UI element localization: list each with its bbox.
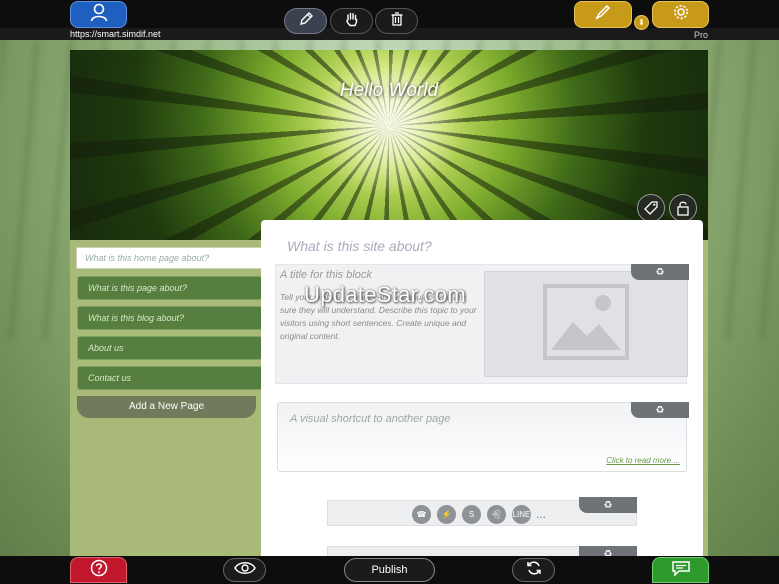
more-icon: ... [536, 507, 547, 521]
eye-icon [233, 561, 256, 580]
tag-icon[interactable] [637, 194, 665, 222]
lock-icon[interactable] [669, 194, 697, 222]
snapchat-icon: 👻︎ [487, 505, 506, 524]
recycle-icon[interactable]: ♻ [631, 264, 689, 280]
recycle-icon[interactable]: ♻ [631, 402, 689, 418]
preview-button[interactable] [223, 558, 266, 582]
delete-mode-button[interactable] [375, 8, 418, 34]
design-button[interactable] [574, 1, 632, 28]
skype-icon: S [462, 505, 481, 524]
refresh-icon [526, 560, 542, 581]
question-icon [90, 559, 108, 582]
shortcut-text[interactable]: A visual shortcut to another page [290, 413, 450, 425]
publish-button[interactable]: Publish [344, 558, 435, 582]
block-title[interactable]: A title for this block [280, 269, 372, 281]
move-mode-button[interactable] [330, 8, 373, 34]
whatsapp-icon: ☎ [412, 505, 431, 524]
settings-button[interactable] [652, 1, 709, 28]
read-more-link[interactable]: Click to read more ... [606, 456, 680, 465]
account-button[interactable] [70, 1, 127, 28]
recycle-icon[interactable]: ♻ [579, 497, 637, 513]
top-toolbar: https://smart.simdif.net ⬇ Pro [0, 0, 779, 40]
page-shortcut-block[interactable]: A visual shortcut to another page Click … [277, 402, 687, 472]
image-icon [543, 283, 629, 365]
sync-button[interactable] [512, 558, 555, 582]
site-url: https://smart.simdif.net [70, 29, 161, 39]
gear-icon [672, 3, 690, 26]
download-icon[interactable]: ⬇ [634, 15, 649, 30]
home-page-tagline-input[interactable]: What is this home page about? [76, 247, 264, 269]
page-content: What is this site about? A title for thi… [261, 220, 703, 560]
hand-icon [344, 11, 360, 32]
help-button[interactable] [70, 557, 127, 583]
sidebar-item-page[interactable]: What is this page about? [77, 276, 263, 300]
watermark: UpdateStar.com [304, 282, 466, 307]
paintbrush-icon [594, 3, 612, 26]
bottom-toolbar: Publish [0, 556, 779, 584]
pencil-icon [298, 11, 314, 32]
chat-icon [671, 559, 691, 582]
sidebar-item-about-us[interactable]: About us [77, 336, 263, 360]
add-page-button[interactable]: Add a New Page [77, 396, 256, 418]
sidebar-item-contact-us[interactable]: Contact us [77, 366, 263, 390]
chat-button[interactable] [652, 557, 709, 583]
header-image[interactable]: Hello World [70, 50, 708, 240]
edit-mode-button[interactable] [284, 8, 327, 34]
site-title[interactable]: Hello World [70, 80, 708, 102]
messenger-icon: ⚡ [437, 505, 456, 524]
image-placeholder[interactable] [484, 271, 688, 377]
line-icon: LINE [512, 505, 531, 524]
site-about-input[interactable]: What is this site about? [287, 238, 432, 254]
user-icon [89, 2, 109, 27]
plan-label: Pro [694, 30, 709, 40]
trash-icon [389, 11, 405, 32]
sidebar-item-blog[interactable]: What is this blog about? [77, 306, 263, 330]
